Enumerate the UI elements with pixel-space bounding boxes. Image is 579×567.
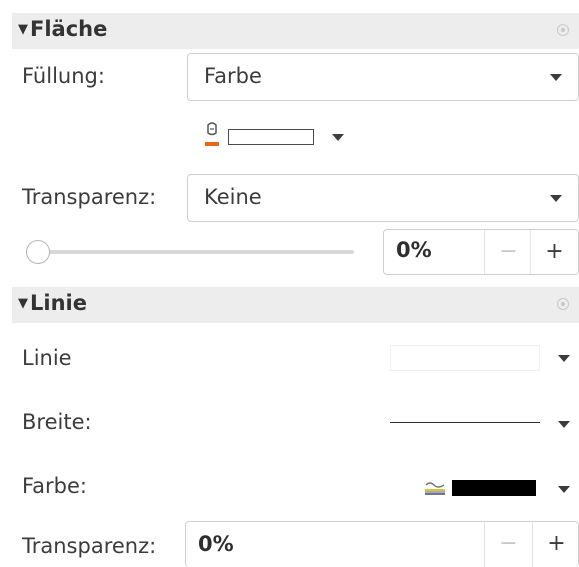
line-style-dropdown[interactable]	[388, 343, 579, 373]
fuellung-dropdown[interactable]: Farbe	[187, 53, 579, 101]
linie-title-text: Linie	[30, 291, 87, 315]
linie-section-header[interactable]: ▼Linie	[12, 287, 579, 323]
fuellung-label: Füllung:	[22, 64, 105, 88]
transparency-percent-input[interactable]: 0%	[396, 238, 432, 262]
breite-label: Breite:	[22, 410, 92, 434]
decrement-button[interactable]: −	[484, 230, 532, 274]
chevron-down-icon	[550, 74, 562, 81]
decrement-button[interactable]: −	[484, 522, 532, 567]
line-transparency-percent-input[interactable]: 0%	[198, 532, 234, 556]
more-options-icon[interactable]	[557, 24, 569, 36]
linie-label: Linie	[22, 346, 72, 370]
linie-section-title: ▼Linie	[18, 291, 87, 315]
line-color-picker[interactable]	[424, 474, 579, 504]
fill-color-swatch	[228, 129, 314, 145]
paint-bucket-icon	[205, 122, 219, 146]
more-options-icon[interactable]	[557, 298, 569, 310]
farbe-label: Farbe:	[22, 474, 87, 498]
transparenz-value: Keine	[204, 185, 262, 209]
line-color-icon	[425, 482, 445, 495]
chevron-down-icon	[550, 195, 562, 202]
chevron-down-icon	[558, 486, 570, 493]
line-transparency-spinbox: 0% − +	[185, 521, 579, 567]
flaeche-title-text: Fläche	[30, 17, 108, 41]
linie-transparenz-label: Transparenz:	[22, 534, 157, 558]
chevron-down-icon	[332, 134, 344, 141]
chevron-down-icon	[558, 355, 570, 362]
flaeche-transparenz-label: Transparenz:	[22, 185, 157, 209]
fill-color-picker[interactable]	[204, 121, 354, 151]
transparency-slider[interactable]	[26, 238, 356, 266]
flaeche-section-title: ▼Fläche	[18, 17, 107, 41]
line-color-swatch	[452, 480, 536, 496]
transparenz-dropdown[interactable]: Keine	[187, 174, 579, 222]
transparency-spinbox: 0% − +	[383, 229, 579, 275]
increment-button[interactable]: +	[532, 522, 579, 567]
increment-button[interactable]: +	[530, 230, 578, 274]
collapse-triangle-icon: ▼	[18, 296, 28, 311]
slider-knob[interactable]	[26, 240, 50, 264]
chevron-down-icon	[558, 421, 570, 428]
line-width-dropdown[interactable]	[388, 409, 579, 439]
collapse-triangle-icon: ▼	[18, 22, 28, 37]
line-style-preview	[390, 345, 540, 371]
fuellung-value: Farbe	[204, 64, 262, 88]
line-width-preview	[390, 422, 540, 423]
flaeche-section-header[interactable]: ▼Fläche	[12, 13, 579, 49]
slider-track	[36, 250, 354, 254]
